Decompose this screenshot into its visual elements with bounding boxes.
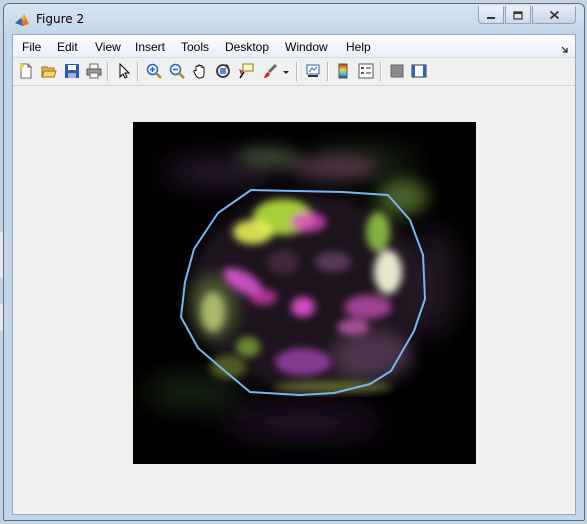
rotate-3d-icon[interactable] xyxy=(215,63,231,79)
toolbar-separator xyxy=(107,62,109,81)
save-icon[interactable] xyxy=(64,63,80,79)
menu-file[interactable]: File xyxy=(22,40,41,54)
show-plot-tools-icon[interactable] xyxy=(411,63,427,79)
fluorescence-image xyxy=(133,122,476,464)
link-plot-icon[interactable] xyxy=(305,63,321,79)
figure-toolbar xyxy=(13,58,575,86)
window-title: Figure 2 xyxy=(36,12,85,26)
toolbar-separator xyxy=(137,62,139,81)
dock-arrow-icon[interactable] xyxy=(561,43,569,57)
colorbar-icon[interactable] xyxy=(335,63,351,79)
menu-view[interactable]: View xyxy=(95,40,121,54)
maximize-icon xyxy=(513,5,523,24)
close-icon xyxy=(549,5,560,24)
hide-plot-tools-icon[interactable] xyxy=(389,63,405,79)
figure-window: Figure 2 File Edit View Insert Tools Des… xyxy=(3,3,585,521)
data-cursor-icon[interactable] xyxy=(238,63,254,79)
title-bar[interactable]: Figure 2 xyxy=(4,4,584,34)
figure-client-area: File Edit View Insert Tools Desktop Wind… xyxy=(12,34,576,515)
zoom-in-icon[interactable] xyxy=(146,63,162,79)
print-icon[interactable] xyxy=(86,63,102,79)
maximize-button[interactable] xyxy=(505,6,531,24)
pan-hand-icon[interactable] xyxy=(192,63,208,79)
brush-icon[interactable] xyxy=(262,63,278,79)
toolbar-separator xyxy=(296,62,298,81)
menu-help[interactable]: Help xyxy=(346,40,371,54)
figure-canvas xyxy=(13,86,575,514)
brush-dropdown-icon[interactable] xyxy=(282,63,290,79)
new-figure-icon[interactable] xyxy=(18,63,34,79)
menu-tools[interactable]: Tools xyxy=(181,40,209,54)
menu-window[interactable]: Window xyxy=(285,40,328,54)
open-file-icon[interactable] xyxy=(41,63,57,79)
window-controls xyxy=(477,6,576,24)
minimize-icon xyxy=(486,5,496,24)
image-axes[interactable] xyxy=(133,122,476,464)
toolbar-separator xyxy=(380,62,382,81)
menu-insert[interactable]: Insert xyxy=(135,40,165,54)
menu-desktop[interactable]: Desktop xyxy=(225,40,269,54)
menu-bar: File Edit View Insert Tools Desktop Wind… xyxy=(13,35,575,58)
select-arrow-icon[interactable] xyxy=(116,63,132,79)
toolbar-separator xyxy=(327,62,329,81)
minimize-button[interactable] xyxy=(478,6,504,24)
legend-icon[interactable] xyxy=(358,63,374,79)
menu-edit[interactable]: Edit xyxy=(57,40,78,54)
close-button[interactable] xyxy=(532,6,576,24)
matlab-icon[interactable] xyxy=(14,12,30,28)
zoom-out-icon[interactable] xyxy=(169,63,185,79)
